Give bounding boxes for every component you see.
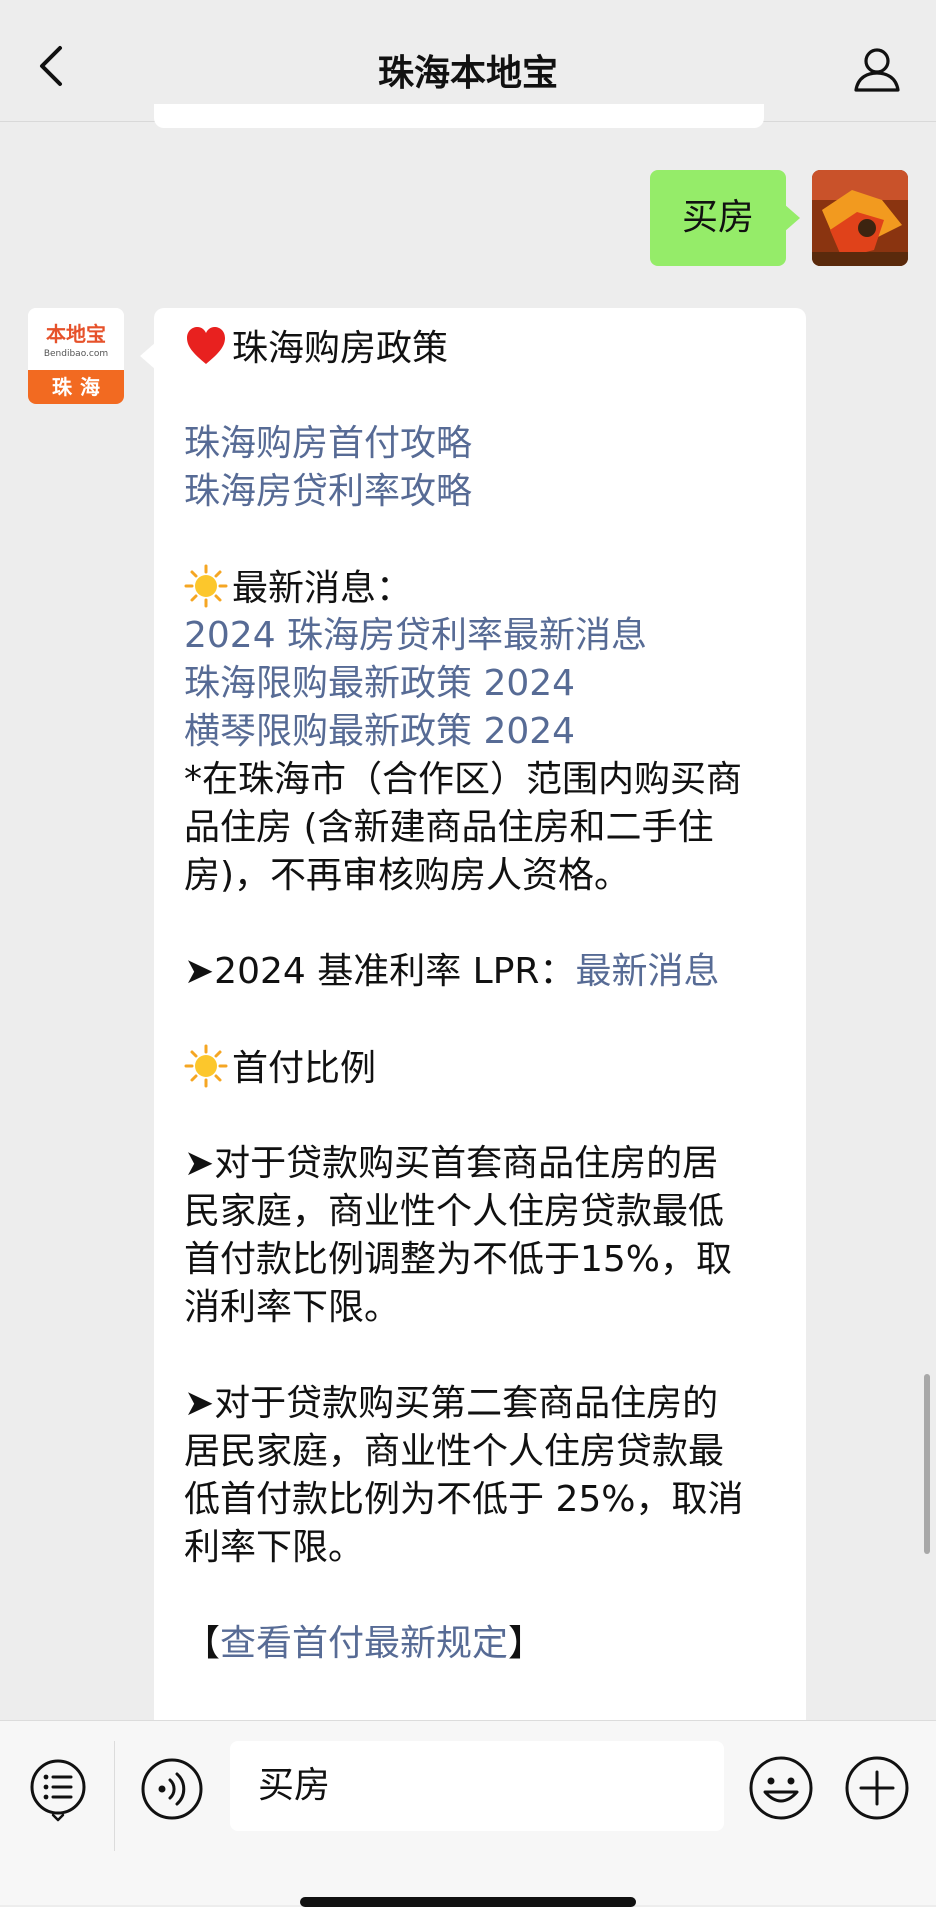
user-profile-icon bbox=[854, 48, 900, 92]
heart-icon bbox=[187, 327, 225, 364]
divider bbox=[114, 1741, 115, 1851]
mortgage-rate-guide-link[interactable]: 珠海房贷利率攻略 bbox=[184, 468, 778, 516]
sun-icon bbox=[184, 1044, 228, 1088]
bot-logo-subtext: Bendibao.com bbox=[43, 349, 109, 359]
avatar-image-icon bbox=[812, 170, 908, 266]
menu-button[interactable] bbox=[28, 1757, 88, 1823]
first-home-paragraph-line: ➤对于贷款购买首套商品住房的居 bbox=[184, 1143, 719, 1184]
second-home-paragraph-line: 低首付款比例为不低于 25%，取消 bbox=[184, 1479, 744, 1520]
down-payment-heading: 首付比例 bbox=[232, 1048, 377, 1089]
second-home-paragraph-line: 利率下限。 bbox=[184, 1527, 365, 1568]
bot-avatar[interactable]: 本地宝 Bendibao.com 珠海 bbox=[28, 308, 124, 404]
news-heading-line: 最新消息： bbox=[184, 564, 778, 612]
rule-link-line: 【查看首付最新规定】 bbox=[184, 1620, 778, 1668]
voice-button[interactable] bbox=[140, 1757, 204, 1821]
user-avatar[interactable] bbox=[812, 170, 908, 266]
message-input[interactable]: 买房 bbox=[230, 1741, 724, 1831]
bot-logo-city: 珠海 bbox=[28, 370, 124, 404]
notice-line: 品住房 (含新建商品住房和二手住 bbox=[184, 807, 714, 848]
incoming-message-bubble: 珠海购房政策 珠海购房首付攻略 珠海房贷利率攻略 最新消息： 2024 珠海房贷… bbox=[140, 308, 806, 1768]
news-link-zhuhai-policy[interactable]: 珠海限购最新政策 2024 bbox=[184, 660, 778, 708]
first-home-paragraph-line: 首付款比例调整为不低于15%，取 bbox=[184, 1239, 733, 1280]
lpr-line: ➤2024 基准利率 LPR：最新消息 bbox=[184, 948, 778, 996]
first-home-paragraph-line: 民家庭，商业性个人住房贷款最低 bbox=[184, 1191, 725, 1232]
down-payment-rule-link[interactable]: 查看首付最新规定 bbox=[220, 1623, 508, 1664]
more-options-button[interactable] bbox=[844, 1755, 910, 1821]
profile-button[interactable] bbox=[852, 44, 902, 94]
news-heading: 最新消息： bbox=[232, 568, 413, 609]
menu-list-icon bbox=[30, 1759, 86, 1822]
bot-logo: 本地宝 Bendibao.com bbox=[28, 308, 124, 370]
bracket-open: 【 bbox=[184, 1623, 221, 1664]
down-payment-heading-line: 首付比例 bbox=[184, 1044, 778, 1092]
bottom-input-bar: 买房 bbox=[0, 1720, 936, 1907]
previous-message-bubble bbox=[154, 104, 764, 128]
scrollbar[interactable] bbox=[924, 1374, 930, 1554]
home-indicator bbox=[300, 1897, 636, 1907]
notice-line: 房)，不再审核购房人资格。 bbox=[184, 855, 631, 896]
news-link-hengqin-policy[interactable]: 横琴限购最新政策 2024 bbox=[184, 708, 778, 756]
plus-icon bbox=[845, 1756, 909, 1820]
first-home-paragraph-line: 消利率下限。 bbox=[184, 1287, 401, 1328]
outgoing-bubble[interactable]: 买房 bbox=[649, 170, 801, 266]
news-link-rate[interactable]: 2024 珠海房贷利率最新消息 bbox=[184, 612, 778, 660]
voice-icon bbox=[141, 1758, 203, 1820]
message-heading-line: 珠海购房政策 bbox=[184, 324, 778, 372]
lpr-label: ➤2024 基准利率 LPR： bbox=[184, 951, 576, 992]
sun-icon bbox=[184, 564, 228, 608]
emoji-icon bbox=[749, 1756, 813, 1820]
notice-line: *在珠海市（合作区）范围内购买商 bbox=[184, 759, 743, 800]
page-title: 珠海本地宝 bbox=[377, 53, 558, 94]
down-payment-guide-link[interactable]: 珠海购房首付攻略 bbox=[184, 420, 778, 468]
emoji-button[interactable] bbox=[748, 1755, 814, 1821]
second-home-paragraph-line: 居民家庭，商业性个人住房贷款最 bbox=[184, 1431, 725, 1472]
message-heading: 珠海购房政策 bbox=[232, 328, 449, 369]
lpr-news-link[interactable]: 最新消息 bbox=[575, 951, 719, 992]
bracket-close: 】 bbox=[508, 1623, 545, 1664]
bot-logo-text: 本地宝 bbox=[46, 322, 106, 346]
second-home-paragraph-line: ➤对于贷款购买第二套商品住房的 bbox=[184, 1383, 719, 1424]
